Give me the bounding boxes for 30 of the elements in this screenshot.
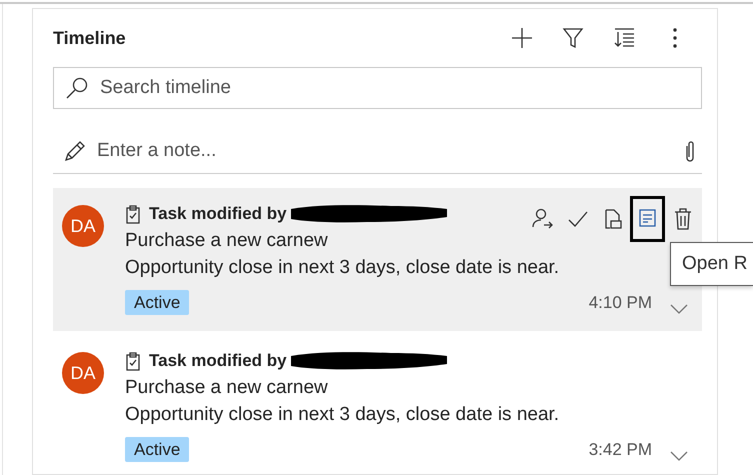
entry-description: Opportunity close in next 3 days, close date is near. — [125, 403, 560, 427]
open-button[interactable] — [630, 196, 665, 242]
entry-title: Task modified by — [149, 350, 287, 372]
note-field[interactable]: Enter a note... — [97, 131, 684, 171]
more-icon — [672, 27, 678, 49]
status-badge: Active — [125, 437, 190, 462]
timeline-card[interactable]: DA Task modified by Purchase a new carnew Opportunity close in next 3 days, close date is near. Active 3:42 PM — [53, 335, 702, 474]
panel-title: Timeline — [53, 28, 127, 48]
task-icon — [125, 204, 141, 224]
chevron-down-icon[interactable] — [670, 450, 688, 462]
add-icon — [510, 27, 532, 49]
pencil-icon — [63, 139, 87, 163]
task-icon — [125, 350, 141, 370]
avatar: DA — [62, 352, 104, 394]
search-icon — [65, 77, 89, 99]
entry-title: Task modified by — [149, 203, 287, 225]
chevron-down-icon[interactable] — [670, 303, 688, 315]
search-field[interactable]: Search timeline — [53, 67, 702, 109]
tooltip: Open R — [670, 242, 753, 286]
entry-time: 4:10 PM — [588, 292, 652, 314]
avatar: DA — [62, 205, 104, 247]
sort-icon — [612, 27, 634, 49]
filter-icon — [562, 27, 584, 49]
paperclip-icon — [684, 139, 696, 163]
person-arrow-icon — [532, 208, 554, 230]
status-badge: Active — [125, 290, 190, 315]
entry-time: 3:42 PM — [588, 439, 652, 461]
trash-icon — [672, 208, 692, 230]
entry-subject: Purchase a new carnew — [125, 229, 329, 253]
entry-subject: Purchase a new carnew — [125, 376, 329, 400]
